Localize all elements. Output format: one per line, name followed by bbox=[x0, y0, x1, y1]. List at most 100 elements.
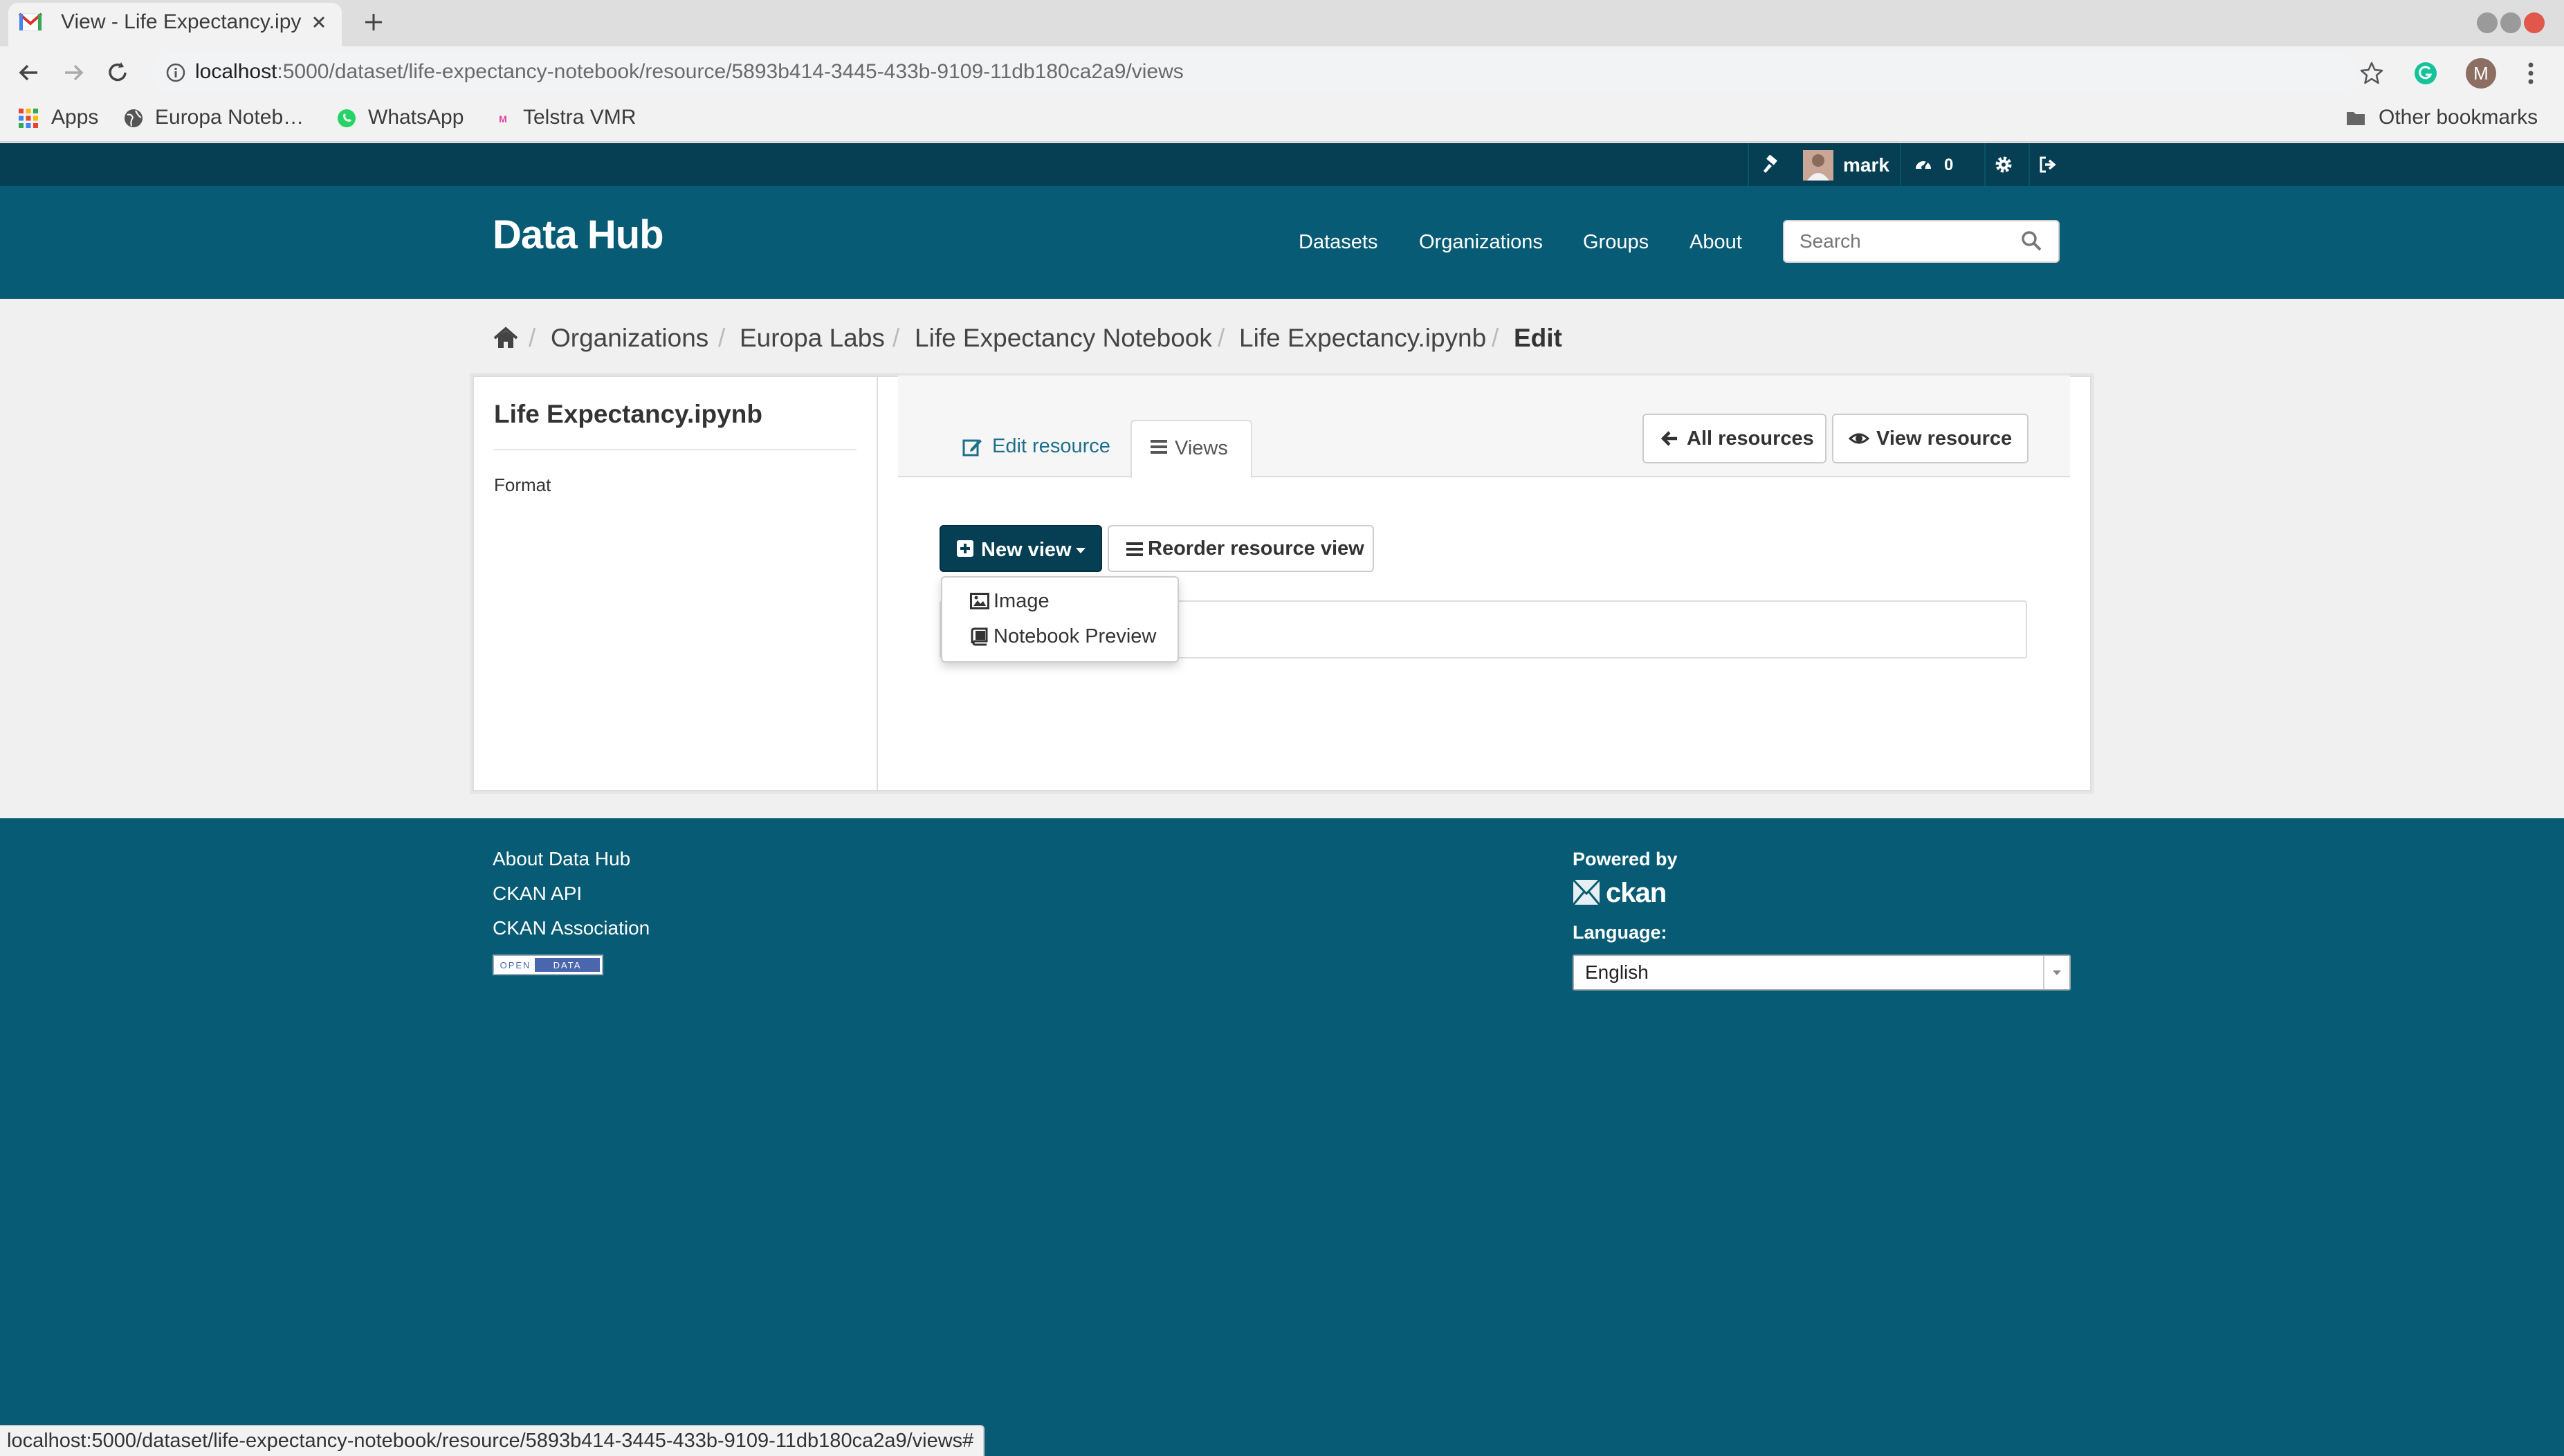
bookmark-whatsapp[interactable]: WhatsApp bbox=[368, 104, 464, 131]
bookmark-apps[interactable]: Apps bbox=[51, 104, 98, 131]
breadcrumb-europa-labs[interactable]: Europa Labs bbox=[740, 321, 885, 356]
bookmark-telstra-vmr[interactable]: Telstra VMR bbox=[523, 104, 636, 131]
account-divider bbox=[2029, 143, 2030, 186]
gmail-favicon-icon bbox=[18, 10, 43, 35]
breadcrumb-separator: / bbox=[1218, 324, 1225, 352]
folder-icon bbox=[2345, 108, 2366, 129]
url-path: :5000/dataset/life-expectancy-notebook/r… bbox=[277, 60, 1184, 83]
site-footer bbox=[0, 818, 2564, 1456]
footer-link-association[interactable]: CKAN Association bbox=[493, 914, 650, 942]
nav-datasets[interactable]: Datasets bbox=[1299, 228, 1377, 256]
ckan-logo-text: ckan bbox=[1606, 878, 1666, 908]
select-arrow-icon[interactable] bbox=[2043, 956, 2069, 989]
other-bookmarks[interactable]: Other bookmarks bbox=[2379, 104, 2538, 131]
nav-organizations[interactable]: Organizations bbox=[1419, 228, 1543, 256]
tab-close-icon[interactable] bbox=[309, 12, 329, 33]
dropdown-item-notebook-preview[interactable]: Notebook Preview bbox=[970, 620, 1156, 652]
bookmark-europa-notebooks[interactable]: Europa Noteb… bbox=[155, 104, 304, 131]
breadcrumb-separator: / bbox=[529, 324, 536, 352]
picture-icon bbox=[970, 591, 989, 611]
window-close-button[interactable] bbox=[2524, 12, 2545, 33]
site-search-input[interactable] bbox=[1783, 220, 2060, 263]
list-icon bbox=[1150, 438, 1168, 456]
breadcrumb-organizations[interactable]: Organizations bbox=[551, 321, 708, 356]
resource-title: Life Expectancy.ipynb bbox=[494, 400, 762, 428]
new-view-button[interactable]: New view bbox=[940, 525, 1102, 572]
browser-tab-title: View - Life Expectancy.ipy bbox=[61, 10, 302, 33]
powered-by-label: Powered by bbox=[1573, 849, 1678, 869]
account-divider bbox=[1748, 143, 1749, 186]
breadcrumb-dataset[interactable]: Life Expectancy Notebook bbox=[915, 321, 1212, 356]
account-divider bbox=[1984, 143, 1986, 186]
reorder-views-button[interactable]: Reorder resource view bbox=[1108, 525, 1374, 572]
tab-edit-label: Edit resource bbox=[992, 435, 1110, 457]
plus-square-icon bbox=[956, 540, 974, 557]
new-tab-plus-icon[interactable] bbox=[361, 10, 386, 35]
sysadmin-gavel-icon[interactable] bbox=[1761, 155, 1781, 174]
reload-icon[interactable] bbox=[102, 57, 133, 88]
browser-menu-icon[interactable] bbox=[2524, 61, 2538, 86]
site-title[interactable]: Data Hub bbox=[493, 208, 664, 263]
sidebar-divider bbox=[877, 377, 878, 790]
new-view-label: New view bbox=[981, 539, 1072, 561]
browser-status-bar: localhost:5000/dataset/life-expectancy-n… bbox=[0, 1425, 985, 1456]
dropdown-item-image-label: Image bbox=[993, 590, 1050, 612]
tab-edit-resource[interactable]: Edit resource bbox=[948, 422, 1124, 470]
nav-about[interactable]: About bbox=[1690, 228, 1742, 256]
dropdown-item-image[interactable]: Image bbox=[970, 585, 1050, 617]
sidebar-rule bbox=[494, 449, 857, 450]
open-data-text-right: DATA bbox=[553, 960, 582, 970]
back-arrow-icon[interactable] bbox=[14, 57, 44, 88]
breadcrumb-separator: / bbox=[718, 324, 726, 352]
dashboard-gauge-icon[interactable] bbox=[1914, 155, 1933, 174]
dropdown-item-notebook-label: Notebook Preview bbox=[993, 625, 1157, 647]
window-minimize-button[interactable] bbox=[2477, 12, 2498, 33]
footer-link-about[interactable]: About Data Hub bbox=[493, 845, 630, 873]
breadcrumb-resource[interactable]: Life Expectancy.ipynb bbox=[1239, 321, 1486, 356]
language-select[interactable]: English bbox=[1573, 955, 2071, 990]
url-host: localhost bbox=[195, 60, 277, 83]
reorder-label: Reorder resource view bbox=[1148, 537, 1364, 560]
settings-gear-icon[interactable] bbox=[1994, 155, 2013, 174]
grammarly-extension-icon[interactable] bbox=[2413, 61, 2438, 86]
search-icon[interactable] bbox=[2020, 230, 2042, 252]
profile-avatar[interactable]: M bbox=[2466, 58, 2496, 89]
all-resources-label: All resources bbox=[1687, 427, 1814, 450]
edit-pencil-icon bbox=[962, 436, 982, 457]
open-data-text-left: OPEN bbox=[500, 960, 531, 970]
site-info-icon[interactable] bbox=[165, 62, 187, 84]
bookmark-star-icon[interactable] bbox=[2358, 59, 2386, 87]
window-maximize-button[interactable] bbox=[2500, 12, 2521, 33]
arrow-left-icon bbox=[1659, 428, 1680, 449]
breadcrumb-active: Edit bbox=[1514, 324, 1562, 352]
activity-count-badge[interactable]: 0 bbox=[1944, 154, 1954, 177]
globe-icon bbox=[123, 108, 144, 129]
breadcrumb-separator: / bbox=[1492, 324, 1499, 352]
tab-views[interactable]: Views bbox=[1130, 420, 1252, 479]
username-link[interactable]: mark bbox=[1843, 154, 1889, 177]
user-avatar[interactable] bbox=[1803, 150, 1833, 181]
footer-link-api[interactable]: CKAN API bbox=[493, 880, 582, 907]
language-label: Language: bbox=[1573, 922, 1667, 943]
apps-grid-icon bbox=[18, 108, 39, 129]
resource-format-label: Format bbox=[494, 474, 551, 495]
eye-icon bbox=[1849, 428, 1869, 449]
open-data-badge[interactable]: OPEN DATA bbox=[493, 955, 603, 975]
caret-down-icon bbox=[1075, 547, 1086, 554]
telstra-icon: M bbox=[493, 108, 513, 129]
tab-views-label: Views bbox=[1175, 437, 1228, 459]
account-divider bbox=[1900, 143, 1901, 186]
logout-icon[interactable] bbox=[2038, 155, 2058, 174]
nav-groups[interactable]: Groups bbox=[1583, 228, 1649, 256]
site-masthead bbox=[0, 186, 2564, 299]
language-selected-value: English bbox=[1585, 961, 1649, 983]
address-url: localhost:5000/dataset/life-expectancy-n… bbox=[195, 58, 1184, 86]
view-resource-label: View resource bbox=[1876, 427, 2013, 450]
ckan-logo[interactable]: ckan bbox=[1573, 876, 1669, 909]
home-icon[interactable] bbox=[493, 325, 519, 351]
book-icon bbox=[970, 627, 989, 646]
svg-text:M: M bbox=[499, 113, 507, 125]
forward-arrow-icon[interactable] bbox=[58, 57, 89, 88]
whatsapp-icon bbox=[336, 108, 357, 129]
reorder-list-icon bbox=[1126, 540, 1144, 558]
